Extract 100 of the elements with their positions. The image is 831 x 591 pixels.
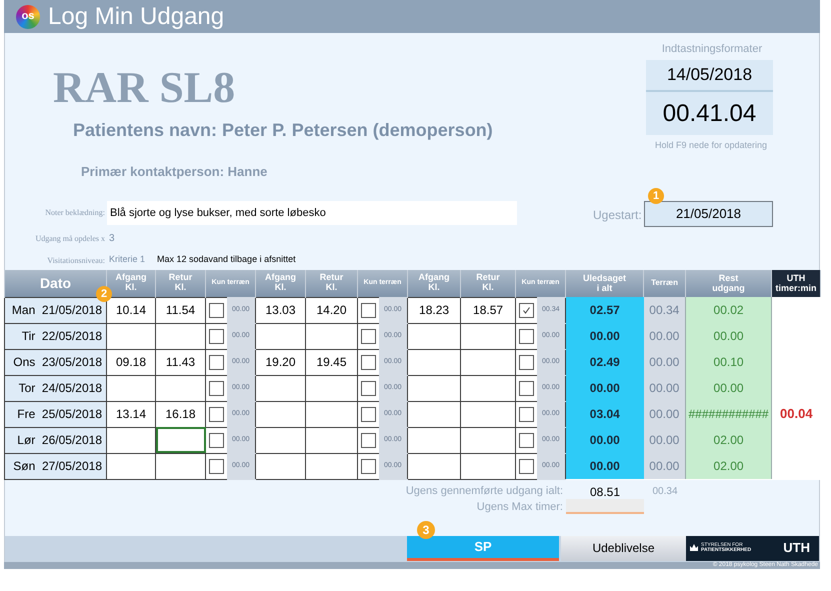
time-cell[interactable] — [306, 401, 358, 427]
checkbox[interactable] — [518, 432, 534, 448]
time-cell[interactable]: 19.45 — [306, 349, 358, 375]
time-cell[interactable] — [106, 427, 156, 453]
checkbox[interactable] — [518, 328, 534, 344]
checkbox[interactable] — [208, 406, 224, 422]
visitation-label: Visitationsniveau: — [47, 255, 105, 267]
week-terrain-value: 00.34 — [652, 484, 678, 498]
time-cell[interactable] — [460, 427, 516, 453]
checkbox[interactable] — [208, 432, 224, 448]
table-cell: 00.00 — [644, 375, 686, 401]
absence-button[interactable]: Udeblivelse — [561, 536, 686, 560]
time-cell[interactable]: 13.03 — [256, 297, 306, 323]
checkbox[interactable] — [208, 328, 224, 344]
checkbox[interactable] — [208, 302, 224, 318]
update-hint: Hold F9 nede for opdatering — [654, 139, 768, 152]
table-cell: 00.02 — [686, 297, 772, 323]
column-header: Retur Kl. — [460, 270, 516, 297]
checkbox[interactable] — [518, 302, 534, 318]
table-cell: 00.00 — [644, 323, 686, 349]
time-cell[interactable] — [106, 323, 156, 349]
checkbox[interactable] — [518, 354, 534, 370]
table-cell: Man 21/05/2018 — [4, 297, 106, 323]
table-cell: 00.00 — [566, 375, 644, 401]
week-start-field[interactable]: 21/05/2018 — [644, 201, 773, 227]
time-cell[interactable] — [460, 323, 516, 349]
checkbox[interactable] — [360, 380, 376, 396]
patient-name: Patientens navn: Peter P. Petersen (demoperson) — [73, 119, 493, 142]
checkbox[interactable] — [518, 380, 534, 396]
time-cell[interactable]: 19.20 — [256, 349, 306, 375]
table-cell: 00.00 — [644, 427, 686, 453]
max-hours-field[interactable] — [566, 498, 644, 514]
time-cell[interactable] — [460, 401, 516, 427]
time-cell[interactable] — [106, 453, 156, 479]
time-cell[interactable] — [408, 323, 461, 349]
table-cell: 00.00 — [644, 349, 686, 375]
time-cell[interactable] — [306, 323, 358, 349]
time-cell[interactable] — [460, 453, 516, 479]
uth-value: 00.04 — [780, 406, 813, 422]
time-cell[interactable]: 18.23 — [408, 297, 461, 323]
table-cell: 02.57 — [566, 297, 644, 323]
checkbox[interactable] — [208, 354, 224, 370]
time-cell[interactable]: 18.57 — [460, 297, 516, 323]
time-cell[interactable] — [408, 401, 461, 427]
time-cell[interactable] — [306, 375, 358, 401]
time-cell[interactable] — [156, 375, 206, 401]
agency-code: UTH — [783, 539, 811, 558]
table-cell: 02.49 — [566, 349, 644, 375]
time-cell[interactable] — [408, 453, 461, 479]
time-cell[interactable]: 16.18 — [156, 401, 206, 427]
column-header: Afgang Kl. — [256, 270, 306, 297]
time-cell[interactable] — [408, 427, 461, 453]
time-cell[interactable] — [156, 427, 206, 453]
checkbox[interactable] — [518, 406, 534, 422]
visitation-level: Kriterie 1 — [109, 253, 146, 266]
time-cell[interactable] — [156, 323, 206, 349]
time-cell[interactable] — [256, 323, 306, 349]
table-cell: Lør 26/05/2018 — [4, 427, 106, 453]
table-cell: 00.00 — [566, 323, 644, 349]
checkbox[interactable] — [360, 432, 376, 448]
week-start-label: Ugestart: — [593, 207, 642, 224]
time-cell[interactable]: 09.18 — [106, 349, 156, 375]
time-cell[interactable] — [256, 427, 306, 453]
checkbox[interactable] — [360, 458, 376, 474]
time-cell[interactable] — [460, 349, 516, 375]
time-cell[interactable] — [306, 427, 358, 453]
table-cell: 03.04 — [566, 401, 644, 427]
time-cell[interactable] — [256, 375, 306, 401]
time-cell[interactable] — [460, 375, 516, 401]
time-cell[interactable] — [306, 453, 358, 479]
time-cell[interactable] — [256, 453, 306, 479]
table-cell: Ons 23/05/2018 — [4, 349, 106, 375]
table-cell: 02.00 — [686, 453, 772, 479]
checkmark-icon — [522, 306, 531, 314]
time-cell[interactable]: 11.43 — [156, 349, 206, 375]
table-cell: ############ — [686, 401, 772, 427]
time-cell[interactable] — [256, 401, 306, 427]
checkbox[interactable] — [360, 328, 376, 344]
time-cell[interactable] — [408, 375, 461, 401]
table-cell: Tor 24/05/2018 — [4, 375, 106, 401]
checkbox[interactable] — [208, 380, 224, 396]
notes-field[interactable]: Blå sjorte og lyse bukser, med sorte løbesko — [107, 201, 517, 225]
week-total-value: 08.51 — [590, 484, 620, 496]
time-cell[interactable]: 14.20 — [306, 297, 358, 323]
time-cell[interactable]: 11.54 — [156, 297, 206, 323]
time-cell[interactable] — [156, 453, 206, 479]
column-header: Retur Kl. — [156, 270, 206, 297]
checkbox[interactable] — [360, 406, 376, 422]
checkbox[interactable] — [360, 302, 376, 318]
column-header: Uledsaget i alt — [566, 270, 644, 297]
time-cell[interactable] — [408, 349, 461, 375]
table-cell: Søn 27/05/2018 — [4, 453, 106, 479]
checkbox[interactable] — [518, 458, 534, 474]
time-cell[interactable] — [106, 375, 156, 401]
table-cell: 02.00 — [686, 427, 772, 453]
time-cell[interactable]: 13.14 — [106, 401, 156, 427]
checkbox[interactable] — [208, 458, 224, 474]
checkbox[interactable] — [360, 354, 376, 370]
table-cell: 00.00 — [566, 453, 644, 479]
time-cell[interactable]: 10.14 — [106, 297, 156, 323]
